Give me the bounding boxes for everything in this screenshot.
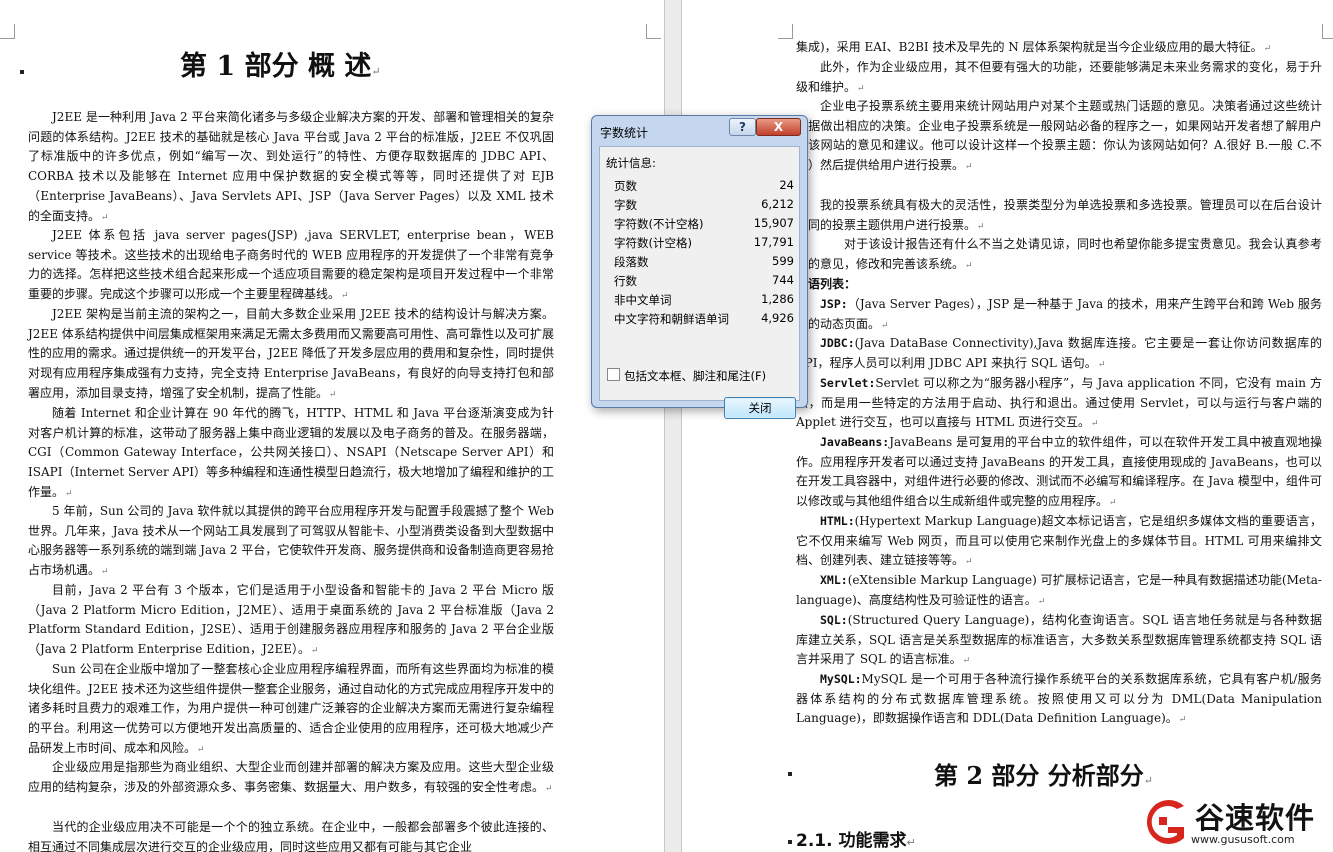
stat-row-lines: 行数 744 xyxy=(614,273,794,291)
stat-label: 字数 xyxy=(614,198,637,212)
stat-value: 1,286 xyxy=(761,292,794,306)
stat-value: 6,212 xyxy=(761,197,794,211)
body-paragraph: 5 年前，Sun 公司的 Java 软件就以其提供的跨平台应用程序开发与配置手段… xyxy=(28,504,554,578)
term-entry: Servlet:Servlet 可以称之为“服务器小程序”，与 Java app… xyxy=(796,376,1322,430)
term-entry: SQL:(Structured Query Language)，结构化查询语言。… xyxy=(796,613,1322,667)
body-paragraph: 集成)，采用 EAI、B2BI 技术及早先的 N 层体系架构就是当今企业级应用的… xyxy=(796,40,1272,54)
title-close-button[interactable]: X xyxy=(756,118,801,136)
stat-row-paragraphs: 段落数 599 xyxy=(614,254,794,272)
term-entry: MySQL:MySQL 是一个可用于各种流行操作系统平台的关系数据库系统，它具有… xyxy=(796,672,1322,726)
heading-bullet-marker xyxy=(788,840,792,844)
checkbox-label: 包括文本框、脚注和尾注(F) xyxy=(624,369,767,383)
stat-row-pages: 页数 24 xyxy=(614,178,794,196)
body-paragraph: 企业电子投票系统主要用来统计网站用户对某个主题或热门话题的意见。决策者通过这些统… xyxy=(796,99,1322,173)
crop-mark xyxy=(0,24,15,39)
crop-mark xyxy=(646,24,661,39)
body-paragraph: 目前，Java 2 平台有 3 个版本，它们是适用于小型设备和智能卡的 Java… xyxy=(28,583,554,657)
crop-mark xyxy=(1322,24,1333,39)
stat-row-chars-no-spaces: 字符数(不计空格) 15,907 xyxy=(614,216,794,234)
body-paragraph: 对于该设计报告还有什么不当之处请见谅，同时也希望你能多提宝贵意见。我会认真参考您… xyxy=(796,237,1322,271)
body-paragraph: 我的投票系统具有极大的灵活性，投票类型分为单选投票和多选投票。管理员可以在后台设… xyxy=(796,198,1322,232)
watermark-logo: 谷速软件 www.gususoft.com xyxy=(1135,793,1331,850)
subsection-heading: 2.1. 功能需求↵ xyxy=(796,831,916,851)
heading-bullet-marker xyxy=(788,772,792,776)
stat-label: 段落数 xyxy=(614,255,649,269)
term-entry: XML:(eXtensible Markup Language) 可扩展标记语言… xyxy=(796,573,1322,607)
stat-label: 字符数(不计空格) xyxy=(614,217,704,231)
stat-label: 字符数(计空格) xyxy=(614,236,692,250)
dialog-title: 字数统计 xyxy=(600,126,649,140)
word-count-dialog[interactable]: 字数统计 ? X 统计信息: 页数 24 字数 6,212 字符数(不计空格) 15,… xyxy=(591,115,808,419)
body-paragraph: 随着 Internet 和企业计算在 90 年代的腾飞，HTTP、HTML 和 … xyxy=(28,406,555,499)
body-paragraph: 当代的企业级应用决不可能是一个个的独立系统。在企业中，一般都会部署多个彼此连接的… xyxy=(28,820,554,852)
logo-wordmark: 谷速软件 xyxy=(1195,801,1316,835)
help-button[interactable]: ? xyxy=(729,118,756,136)
stat-value: 4,926 xyxy=(761,311,794,325)
statistics-group-label: 统计信息: xyxy=(606,156,656,170)
section-heading: 第 2 部分 分析部分↵ xyxy=(934,761,1153,790)
stat-label: 非中文单词 xyxy=(614,293,672,307)
stat-value: 24 xyxy=(779,178,794,192)
close-icon: X xyxy=(773,120,784,134)
body-paragraph: J2EE 体系包括 java server pages(JSP) ,java S… xyxy=(28,228,554,302)
term-entry: HTML:(Hypertext Markup Language)超文本标记语言，… xyxy=(796,514,1322,568)
dialog-body: 统计信息: 页数 24 字数 6,212 字符数(不计空格) 15,907 字符数(计… xyxy=(599,146,800,419)
stat-value: 599 xyxy=(772,254,794,268)
crop-mark xyxy=(778,24,793,39)
heading-bullet-marker xyxy=(20,70,24,74)
close-button[interactable]: 关闭 xyxy=(724,397,796,419)
term-list-title: 术语列表： xyxy=(796,277,857,291)
page-heading: 第 1 部分 概 述↵ xyxy=(180,51,381,82)
logo-mark-icon xyxy=(1146,800,1184,844)
stat-row-chars-with-spaces: 字符数(计空格) 17,791 xyxy=(614,235,794,253)
body-paragraph: J2EE 架构是当前主流的架构之一，目前大多数企业采用 J2EE 技术的结构设计… xyxy=(28,307,554,400)
stat-value: 17,791 xyxy=(753,235,794,249)
stat-row-non-chinese-words: 非中文单词 1,286 xyxy=(614,292,794,310)
term-entry: JDBC:(Java DataBase Connectivity),Java 数… xyxy=(796,336,1322,370)
term-entry: JavaBeans:JavaBeans 是可复用的平台中立的软件组件，可以在软件… xyxy=(796,435,1322,509)
body-paragraph: J2EE 是一种利用 Java 2 平台来简化诸多与多级企业解决方案的开发、部署… xyxy=(28,110,554,223)
logo-url: www.gususoft.com xyxy=(1191,833,1295,846)
stat-row-cjk-chars: 中文字符和朝鲜语单词 4,926 xyxy=(614,311,794,329)
checkbox-box[interactable] xyxy=(607,368,620,381)
body-paragraph: 企业级应用是指那些为商业组织、大型企业而创建并部署的解决方案及应用。这些大型企业… xyxy=(28,760,554,794)
document-page-left[interactable]: 第 1 部分 概 述↵ J2EE 是一种利用 Java 2 平台来简化诸多与多级… xyxy=(0,0,664,852)
stat-label: 行数 xyxy=(614,274,637,288)
stat-row-words: 字数 6,212 xyxy=(614,197,794,215)
help-icon: ? xyxy=(739,120,746,134)
stat-value: 15,907 xyxy=(753,216,794,230)
include-textboxes-checkbox[interactable]: 包括文本框、脚注和尾注(F) xyxy=(607,368,766,384)
body-paragraph: 此外，作为企业级应用，其不但要有强大的功能，还要能够满足未来业务需求的变化，易于… xyxy=(796,60,1322,94)
term-entry: JSP:（Java Server Pages），JSP 是一种基于 Java 的… xyxy=(796,297,1322,331)
stat-label: 中文字符和朝鲜语单词 xyxy=(614,312,729,326)
stat-value: 744 xyxy=(772,273,794,287)
body-paragraph: Sun 公司在企业版中增加了一整套核心企业应用程序编程界面，而所有这些界面均为标… xyxy=(28,662,554,755)
stat-label: 页数 xyxy=(614,179,637,193)
